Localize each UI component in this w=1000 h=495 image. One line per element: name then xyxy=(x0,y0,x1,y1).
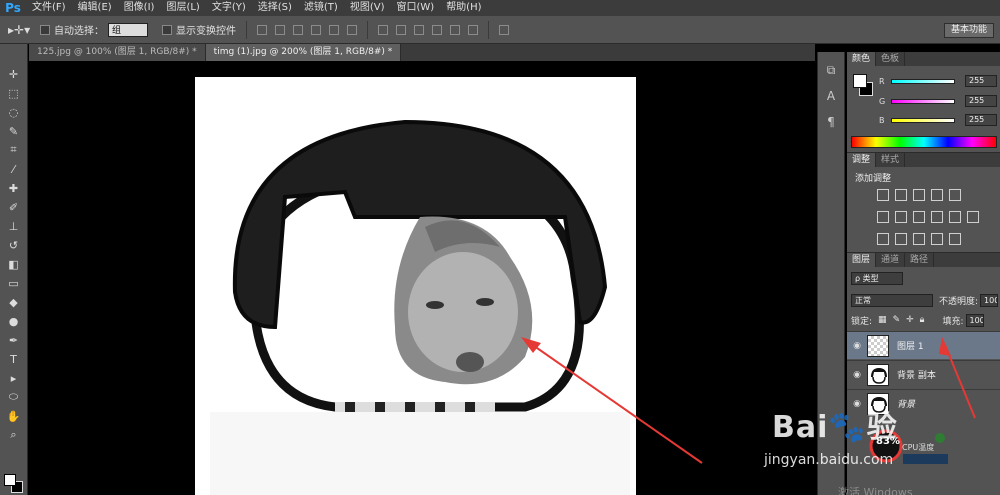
baidu-watermark-url: jingyan.baidu.com xyxy=(764,452,894,468)
windows-activation-watermark: 激活 Windows xyxy=(838,486,913,495)
cpu-label: CPU温度 xyxy=(902,443,935,452)
baidu-watermark-logo: Bai🐾验 xyxy=(772,410,898,445)
